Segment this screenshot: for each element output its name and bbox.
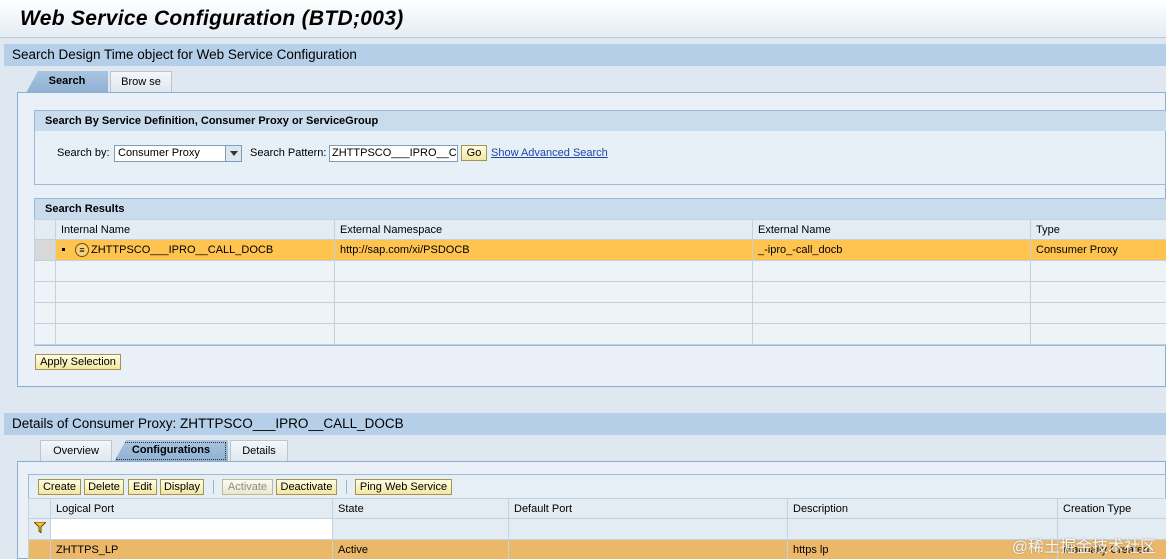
window-title-bar: Web Service Configuration (BTD;003) [0, 0, 1166, 38]
internal-name-value: ZHTTPSCO___IPRO__CALL_DOCB [91, 243, 274, 256]
tab-details[interactable]: Details [230, 440, 288, 462]
cell-type[interactable]: Consumer Proxy [1030, 239, 1166, 261]
edit-button[interactable]: Edit [128, 479, 157, 495]
cell-logical-port[interactable]: ZHTTPS_LP [50, 539, 333, 559]
search-by-label: Search by: [57, 147, 110, 159]
filter-icon[interactable] [28, 518, 51, 540]
delete-button[interactable]: Delete [84, 479, 124, 495]
deactivate-button[interactable]: Deactivate [276, 479, 337, 495]
toolbar-separator [346, 480, 347, 494]
column-header-external-name[interactable]: External Name [752, 219, 1031, 240]
show-advanced-search-link[interactable]: Show Advanced Search [491, 147, 608, 159]
row-selector[interactable] [34, 239, 56, 261]
empty-row [34, 281, 1166, 303]
row-selector[interactable] [34, 323, 56, 345]
filter-cell-state [332, 518, 509, 540]
cell-state[interactable]: Active [332, 539, 509, 559]
search-results-table: Internal Name External Namespace Externa… [34, 219, 1166, 345]
select-all-cell[interactable] [34, 219, 56, 240]
bullet-icon [62, 247, 65, 251]
search-section-header: Search Design Time object for Web Servic… [4, 44, 1166, 66]
search-criteria-header: Search By Service Definition, Consumer P… [35, 111, 1166, 131]
table-row[interactable]: ≡ ZHTTPSCO___IPRO__CALL_DOCB http://sap.c… [34, 239, 1166, 261]
chevron-down-icon[interactable] [225, 146, 241, 161]
row-selector[interactable] [28, 539, 51, 559]
filter-cell-default-port [508, 518, 788, 540]
toolbar-separator [213, 480, 214, 494]
tab-overview[interactable]: Overview [40, 440, 112, 462]
cell-internal-name[interactable]: ≡ ZHTTPSCO___IPRO__CALL_DOCB [55, 239, 335, 261]
details-section-header: Details of Consumer Proxy: ZHTTPSCO___IP… [4, 413, 1166, 435]
search-by-dropdown[interactable]: Consumer Proxy [114, 145, 242, 162]
search-results-header: Search Results [35, 199, 1166, 219]
empty-row [34, 302, 1166, 324]
apply-selection-button[interactable]: Apply Selection [35, 354, 121, 370]
cell-default-port[interactable] [508, 539, 788, 559]
cell-external-name[interactable]: _-ipro_-call_docb [752, 239, 1031, 261]
search-pattern-label: Search Pattern: [250, 147, 327, 159]
row-selector[interactable] [34, 302, 56, 324]
table-row[interactable]: ZHTTPS_LP Active https lp Manually Creat… [28, 539, 1166, 559]
column-header-logical-port[interactable]: Logical Port [50, 498, 333, 519]
tab-configurations[interactable]: Configurations [114, 440, 228, 462]
column-header-external-namespace[interactable]: External Namespace [334, 219, 753, 240]
create-button[interactable]: Create [38, 479, 81, 495]
search-by-value: Consumer Proxy [118, 147, 200, 159]
ping-web-service-button[interactable]: Ping Web Service [355, 479, 452, 495]
table-header-row: Internal Name External Namespace Externa… [34, 219, 1166, 240]
column-header-internal-name[interactable]: Internal Name [55, 219, 335, 240]
column-header-state[interactable]: State [332, 498, 509, 519]
watermark-text: @稀土掘金技术社区 [1011, 539, 1156, 556]
empty-row [34, 260, 1166, 282]
search-pattern-input[interactable]: ZHTTPSCO___IPRO__CALL_DOCB [329, 145, 458, 162]
table-header-row: Logical Port State Default Port Descript… [28, 498, 1166, 519]
consumer-proxy-icon: ≡ [75, 243, 89, 257]
filter-row [28, 518, 1166, 540]
configurations-table: Logical Port State Default Port Descript… [28, 498, 1166, 559]
tab-search[interactable]: Search [26, 71, 108, 93]
details-tabs: Overview Configurations Details [40, 440, 290, 462]
page-title: Web Service Configuration (BTD;003) [20, 7, 404, 30]
row-selector[interactable] [34, 281, 56, 303]
activate-button: Activate [222, 479, 273, 495]
empty-row [34, 323, 1166, 345]
search-tabs: Search Brow se [26, 71, 186, 93]
go-button[interactable]: Go [461, 145, 487, 161]
column-header-default-port[interactable]: Default Port [508, 498, 788, 519]
column-header-type[interactable]: Type [1030, 219, 1166, 240]
cell-external-namespace[interactable]: http://sap.com/xi/PSDOCB [334, 239, 753, 261]
display-button[interactable]: Display [160, 479, 204, 495]
tab-browse[interactable]: Brow se [110, 71, 172, 93]
filter-input-logical-port[interactable] [50, 518, 333, 540]
column-header-creation-type[interactable]: Creation Type [1057, 498, 1166, 519]
row-selector[interactable] [34, 260, 56, 282]
column-header-description[interactable]: Description [787, 498, 1058, 519]
